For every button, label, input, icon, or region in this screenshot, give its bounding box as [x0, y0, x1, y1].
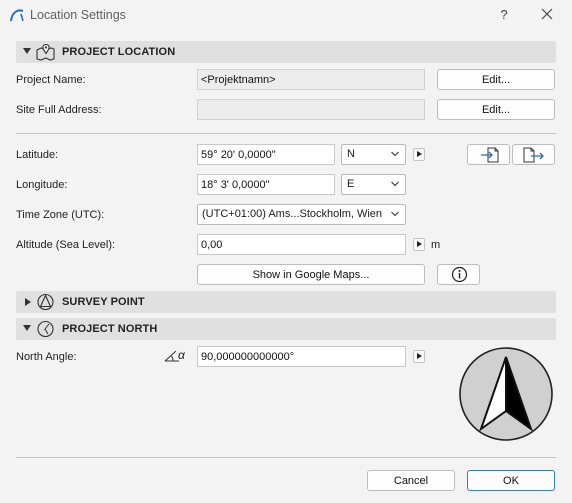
ok-button[interactable]: OK [467, 470, 555, 491]
project-name-label: Project Name: [16, 74, 86, 86]
section-project-north[interactable]: PROJECT NORTH [16, 318, 556, 340]
angle-symbol-icon: α [164, 347, 190, 363]
altitude-input[interactable]: 0,00 [197, 234, 406, 255]
expand-arrow-icon[interactable] [25, 298, 31, 306]
close-icon[interactable] [539, 6, 555, 22]
altitude-unit: m [431, 239, 441, 251]
chevron-down-icon [391, 151, 399, 157]
longitude-direction-value: E [347, 178, 355, 190]
altitude-stepper-button[interactable] [413, 238, 425, 251]
north-compass-icon[interactable] [459, 346, 555, 442]
latitude-label: Latitude: [16, 149, 59, 161]
timezone-select[interactable]: (UTC+01:00) Ams...Stockholm, Wien [197, 204, 406, 225]
export-location-button[interactable] [512, 144, 555, 165]
help-button[interactable]: ? [496, 7, 512, 22]
info-icon [451, 266, 468, 283]
longitude-direction-select[interactable]: E [341, 174, 406, 195]
divider [16, 133, 556, 134]
map-pin-icon [36, 43, 55, 61]
longitude-label: Longitude: [16, 179, 68, 191]
window-title: Location Settings [30, 8, 126, 22]
collapse-arrow-icon[interactable] [23, 325, 31, 331]
section-label: PROJECT LOCATION [62, 46, 176, 58]
import-icon [481, 147, 499, 163]
cancel-button[interactable]: Cancel [367, 470, 455, 491]
collapse-arrow-icon[interactable] [23, 48, 31, 54]
site-address-label: Site Full Address: [16, 104, 102, 116]
timezone-label: Time Zone (UTC): [16, 209, 105, 221]
info-button[interactable] [437, 264, 480, 285]
edit-project-name-button[interactable]: Edit... [437, 69, 555, 90]
latitude-input[interactable]: 59° 20' 0,0000" [197, 144, 335, 165]
north-angle-stepper-button[interactable] [413, 350, 425, 363]
footer-divider [16, 457, 556, 458]
section-label: PROJECT NORTH [62, 323, 158, 335]
north-angle-label: North Angle: [16, 351, 77, 363]
section-project-location[interactable]: PROJECT LOCATION [16, 41, 556, 63]
altitude-label: Altitude (Sea Level): [16, 239, 116, 251]
compass-icon [37, 320, 54, 338]
chevron-down-icon [391, 211, 399, 217]
latitude-direction-select[interactable]: N [341, 144, 406, 165]
north-angle-input[interactable]: 90,000000000000° [197, 346, 406, 367]
site-address-field [197, 99, 425, 120]
timezone-value: (UTC+01:00) Ams...Stockholm, Wien [202, 208, 383, 220]
longitude-input[interactable]: 18° 3' 0,0000" [197, 174, 335, 195]
latitude-direction-value: N [347, 148, 355, 160]
import-location-button[interactable] [467, 144, 510, 165]
edit-site-address-button[interactable]: Edit... [437, 99, 555, 120]
chevron-down-icon [391, 181, 399, 187]
title-bar: Location Settings ? [0, 0, 572, 32]
export-icon [523, 147, 544, 163]
latitude-stepper-button[interactable] [413, 148, 425, 161]
section-label: SURVEY POINT [62, 296, 145, 308]
archicad-arc-icon [10, 9, 24, 22]
angle-symbol: α [178, 348, 185, 362]
project-name-field: <Projektnamn> [197, 69, 425, 90]
section-survey-point[interactable]: SURVEY POINT [16, 291, 556, 313]
survey-point-icon [37, 293, 54, 311]
show-in-google-maps-button[interactable]: Show in Google Maps... [197, 264, 425, 285]
